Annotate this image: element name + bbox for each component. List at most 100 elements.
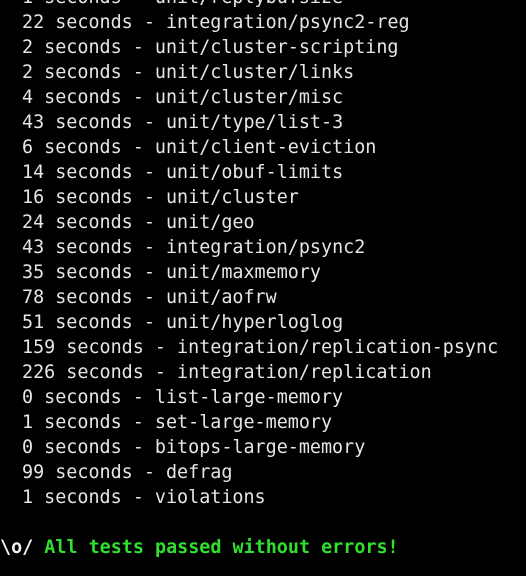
test-duration-unit: seconds (66, 362, 144, 383)
test-result-line: 226 seconds - integration/replication (0, 360, 526, 385)
success-message: All tests passed without errors! (44, 537, 399, 558)
separator-dash: - (154, 362, 166, 383)
test-result-line: 2 seconds - unit/cluster-scripting (0, 35, 526, 60)
separator-dash: - (132, 412, 144, 433)
test-duration-unit: seconds (55, 287, 133, 308)
test-result-line: 35 seconds - unit/maxmemory (0, 260, 526, 285)
separator-dash: - (143, 212, 155, 233)
test-duration-unit: seconds (55, 187, 133, 208)
separator-dash: - (132, 437, 144, 458)
test-result-line: 51 seconds - unit/hyperloglog (0, 310, 526, 335)
test-result-line: 1 seconds - violations (0, 485, 526, 510)
test-suite-name: integration/replication-psync (177, 337, 499, 358)
test-duration-seconds: 99 (22, 462, 45, 483)
test-suite-name: set-large-memory (154, 412, 333, 433)
test-duration-unit: seconds (44, 412, 122, 433)
test-result-line: 159 seconds - integration/replication-ps… (0, 335, 526, 360)
test-duration-unit: seconds (44, 0, 122, 8)
test-result-line: 0 seconds - list-large-memory (0, 385, 526, 410)
test-suite-name: bitops-large-memory (154, 437, 366, 458)
test-duration-seconds: 51 (22, 312, 45, 333)
celebration-ascii-icon: \o/ (0, 537, 34, 558)
test-duration-unit: seconds (55, 212, 133, 233)
test-duration-unit: seconds (55, 237, 133, 258)
separator-dash: - (143, 187, 155, 208)
test-duration-seconds: 1 (22, 0, 33, 8)
separator-dash: - (143, 237, 155, 258)
test-duration-unit: seconds (55, 112, 133, 133)
test-duration-seconds: 16 (22, 187, 45, 208)
all-tests-passed-banner: \o/ All tests passed without errors! (0, 535, 526, 560)
test-duration-seconds: 78 (22, 287, 45, 308)
test-result-line: 1 seconds - unit/replybufsize (0, 0, 526, 10)
separator-dash: - (143, 162, 155, 183)
test-duration-seconds: 6 (22, 137, 34, 158)
test-duration-unit: seconds (44, 437, 122, 458)
test-suite-name: unit/type/list-3 (165, 112, 344, 133)
test-suite-name: unit/geo (165, 212, 255, 233)
test-duration-seconds: 2 (22, 62, 34, 83)
separator-dash: - (143, 112, 155, 133)
separator-dash: - (143, 287, 155, 308)
test-result-line: 43 seconds - unit/type/list-3 (0, 110, 526, 135)
separator-dash: - (143, 462, 155, 483)
test-duration-unit: seconds (55, 12, 133, 33)
test-suite-name: unit/client-eviction (154, 137, 377, 158)
test-duration-unit: seconds (44, 62, 122, 83)
test-duration-unit: seconds (44, 387, 122, 408)
test-suite-name: unit/aofrw (165, 287, 277, 308)
test-suite-name: unit/obuf-limits (165, 162, 344, 183)
test-suite-name: unit/hyperloglog (165, 312, 344, 333)
test-duration-unit: seconds (44, 37, 122, 58)
test-suite-name: list-large-memory (154, 387, 344, 408)
test-result-line: 6 seconds - unit/client-eviction (0, 135, 526, 160)
test-duration-seconds: 1 (22, 487, 34, 508)
separator-dash: - (143, 262, 155, 283)
test-duration-unit: seconds (44, 137, 122, 158)
test-duration-unit: seconds (55, 162, 133, 183)
test-duration-unit: seconds (55, 312, 133, 333)
separator-dash: - (132, 62, 144, 83)
separator-dash: - (132, 87, 144, 108)
test-result-line: 1 seconds - set-large-memory (0, 410, 526, 435)
separator-dash: - (132, 137, 144, 158)
test-duration-seconds: 4 (22, 87, 34, 108)
terminal-scrollback: 1 seconds - unit/replybufsize22 seconds … (0, 0, 526, 560)
test-result-line: 4 seconds - unit/cluster/misc (0, 85, 526, 110)
test-duration-seconds: 1 (22, 412, 34, 433)
test-result-line: 2 seconds - unit/cluster/links (0, 60, 526, 85)
terminal-window[interactable]: 1 seconds - unit/replybufsize22 seconds … (0, 0, 526, 576)
test-suite-name: violations (154, 487, 266, 508)
test-result-line: 24 seconds - unit/geo (0, 210, 526, 235)
test-suite-name: unit/cluster (165, 187, 299, 208)
test-result-line: 16 seconds - unit/cluster (0, 185, 526, 210)
test-result-line: 43 seconds - integration/psync2 (0, 235, 526, 260)
test-suite-name: unit/cluster-scripting (154, 37, 399, 58)
test-result-line: 14 seconds - unit/obuf-limits (0, 160, 526, 185)
test-duration-seconds: 159 (22, 337, 56, 358)
test-duration-unit: seconds (44, 487, 122, 508)
test-duration-seconds: 43 (22, 112, 45, 133)
separator-dash: - (133, 0, 144, 8)
test-suite-name: integration/psync2-reg (165, 12, 410, 33)
test-duration-seconds: 14 (22, 162, 45, 183)
separator-dash: - (132, 487, 144, 508)
test-suite-name: integration/psync2 (165, 237, 366, 258)
test-result-line: 78 seconds - unit/aofrw (0, 285, 526, 310)
test-duration-seconds: 2 (22, 37, 34, 58)
test-duration-unit: seconds (55, 462, 133, 483)
test-duration-seconds: 0 (22, 437, 34, 458)
test-duration-unit: seconds (55, 262, 133, 283)
test-duration-seconds: 0 (22, 387, 34, 408)
test-suite-name: unit/maxmemory (165, 262, 321, 283)
test-duration-seconds: 226 (22, 362, 56, 383)
test-duration-unit: seconds (44, 87, 122, 108)
test-result-line: 99 seconds - defrag (0, 460, 526, 485)
test-duration-unit: seconds (66, 337, 144, 358)
test-suite-name: defrag (165, 462, 233, 483)
test-result-line: 22 seconds - integration/psync2-reg (0, 10, 526, 35)
separator-dash: - (154, 337, 166, 358)
test-duration-seconds: 35 (22, 262, 45, 283)
separator-dash: - (132, 387, 144, 408)
